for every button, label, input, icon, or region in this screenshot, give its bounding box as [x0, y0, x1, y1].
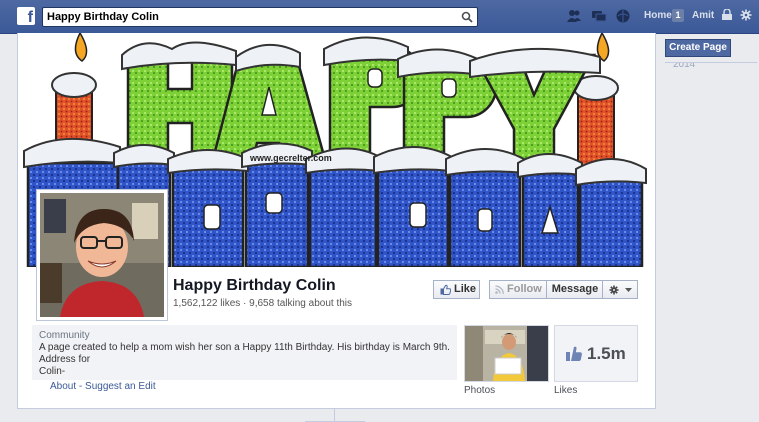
page-category[interactable]: Community: [39, 330, 90, 341]
follow-button[interactable]: Follow: [489, 280, 548, 299]
notifications-icon[interactable]: [615, 8, 631, 24]
likes-count: 1.5m: [587, 344, 626, 363]
page-settings-button[interactable]: [602, 280, 638, 299]
like-button-label: Like: [454, 283, 477, 295]
thumbs-up-icon: [440, 284, 451, 295]
like-button[interactable]: Like: [433, 280, 480, 299]
page-description: A page created to help a mom wish her so…: [39, 342, 457, 378]
profile-photo-image: [40, 193, 164, 317]
likes-tile-label[interactable]: Likes: [554, 385, 577, 396]
gear-icon: [609, 285, 619, 295]
about-edit-links[interactable]: About - Suggest an Edit: [50, 381, 156, 392]
messages-icon[interactable]: [591, 8, 607, 24]
home-count-badge: 1: [672, 9, 684, 22]
about-section: Community A page created to help a mom w…: [32, 325, 457, 380]
message-button[interactable]: Message: [546, 280, 604, 299]
caret-down-icon: [625, 288, 632, 292]
thumbs-up-icon: [566, 346, 582, 361]
page-stats: 1,562,122 likes · 9,658 talking about th…: [173, 298, 353, 309]
photos-app-tile[interactable]: [464, 325, 549, 382]
home-link[interactable]: Home: [644, 10, 672, 21]
privacy-icon[interactable]: [721, 9, 733, 21]
rss-icon: [495, 285, 504, 294]
follow-button-label: Follow: [507, 283, 542, 295]
search-icon[interactable]: [461, 11, 473, 23]
timeline-year-nav[interactable]: 2014: [665, 62, 757, 71]
profile-link[interactable]: Amit: [692, 10, 714, 21]
cover-watermark: www.gecrelter.com: [249, 153, 332, 163]
settings-icon[interactable]: [740, 9, 752, 21]
description-line: Address for: [39, 354, 91, 365]
photos-tile-label[interactable]: Photos: [464, 385, 495, 396]
photos-thumbnail: [465, 326, 548, 381]
top-bar: f Home 1 Amit: [0, 0, 759, 34]
description-line: Colin-: [39, 366, 66, 377]
friend-requests-icon[interactable]: [566, 8, 582, 24]
search-input[interactable]: [47, 9, 457, 25]
profile-picture[interactable]: [36, 189, 168, 321]
facebook-logo-icon[interactable]: f: [17, 7, 35, 25]
create-page-button[interactable]: Create Page: [665, 39, 731, 57]
likes-app-tile[interactable]: 1.5m: [554, 325, 638, 382]
description-line: A page created to help a mom wish her so…: [39, 342, 450, 353]
page-title[interactable]: Happy Birthday Colin: [173, 277, 336, 295]
timeline-year-label[interactable]: 2014: [673, 63, 695, 70]
timeline-divider: [334, 408, 335, 422]
search-bar[interactable]: [42, 7, 478, 27]
page-header-card: www.gecrelter.com Happy Birthday Colin 1…: [17, 33, 656, 409]
